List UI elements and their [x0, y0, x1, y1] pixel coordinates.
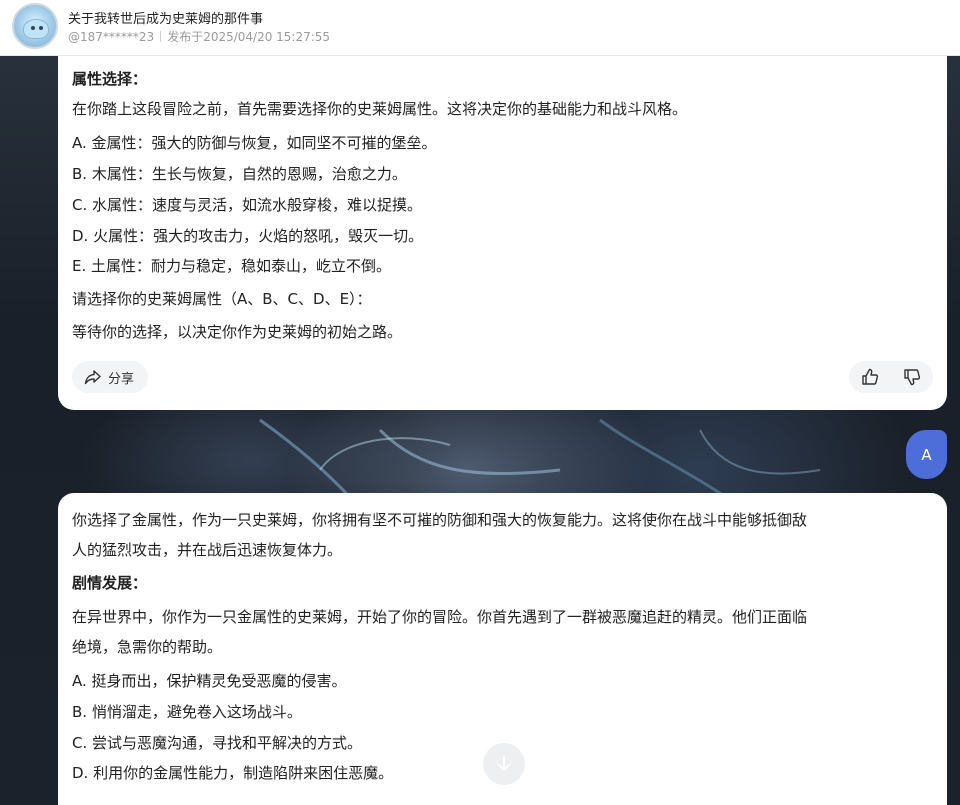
message-paragraph: 绝境，急需你的帮助。: [72, 638, 223, 656]
message-paragraph: 在异世界中，你作为一只金属性的史莱姆，开始了你的冒险。你首先遇到了一群被恶魔追赶…: [72, 608, 808, 626]
post-title: 关于我转世后成为史莱姆的那件事: [68, 12, 264, 27]
option-b: B. 木属性：生长与恢复，自然的恩赐，治愈之力。: [72, 165, 407, 183]
option-a: A. 金属性：强大的防御与恢复，如同坚不可摧的堡垒。: [72, 134, 437, 152]
ai-message-card: 属性选择： 在你踏上这段冒险之前，首先需要选择你的史莱姆属性。这将决定你的基础能…: [58, 40, 947, 410]
option-c: C. 水属性：速度与灵活，如流水般穿梭，难以捉摸。: [72, 196, 423, 214]
message-closing: 等待你的选择，以决定你作为史莱姆的初始之路。: [72, 323, 403, 341]
option-e: E. 土属性：耐力与稳定，稳如泰山，屹立不倒。: [72, 257, 392, 275]
option-d: D. 火属性：强大的攻击力，火焰的怒吼，毁灭一切。: [72, 227, 424, 245]
slime-eye-right: [39, 26, 43, 30]
user-message-bubble: A: [906, 430, 947, 479]
section-heading: 属性选择：: [72, 70, 148, 88]
section-heading: 剧情发展：: [72, 574, 148, 592]
prompt-line: 请选择你的史莱姆属性（A、B、C、D、E）：: [72, 290, 372, 308]
scroll-to-bottom-button[interactable]: [483, 743, 525, 785]
message-paragraph: 你选择了金属性，作为一只史莱姆，你将拥有坚不可摧的防御和强大的恢复能力。这将使你…: [72, 511, 808, 529]
slime-avatar-image: [23, 19, 49, 39]
slime-eye-left: [31, 26, 35, 30]
share-button[interactable]: 分享: [72, 361, 149, 393]
message-paragraph: 人的猛烈攻击，并在战后迅速恢复体力。: [72, 541, 343, 559]
option-a: A. 挺身而出，保护精灵免受恶魔的侵害。: [72, 672, 347, 690]
meta-divider: [160, 31, 162, 42]
share-icon: [84, 369, 102, 385]
avatar[interactable]: [12, 3, 58, 49]
post-meta: @187******23 发布于2025/04/20 15:27:55: [68, 28, 330, 45]
author-id[interactable]: @187******23: [68, 30, 154, 44]
thumbs-up-icon[interactable]: [860, 367, 880, 387]
arrow-down-icon: [495, 755, 513, 773]
message-paragraph: 在你踏上这段冒险之前，首先需要选择你的史莱姆属性。这将决定你的基础能力和战斗风格…: [72, 100, 688, 118]
post-header: 关于我转世后成为史莱姆的那件事 @187******23 发布于2025/04/…: [0, 0, 960, 56]
share-label: 分享: [108, 371, 135, 387]
option-b: B. 悄悄溜走，避免卷入这场战斗。: [72, 703, 302, 721]
feedback-group: [849, 361, 933, 393]
thumbs-down-icon[interactable]: [902, 367, 922, 387]
publish-time: 发布于2025/04/20 15:27:55: [167, 30, 331, 44]
